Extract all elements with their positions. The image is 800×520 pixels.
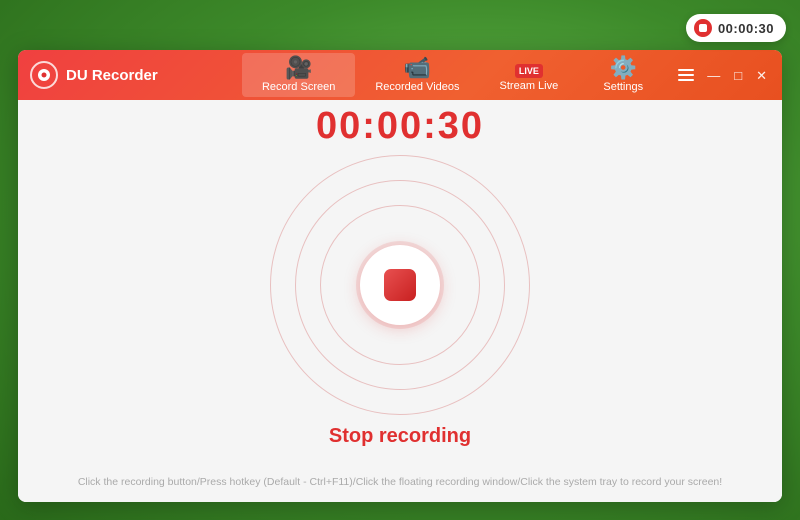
app-logo	[30, 61, 58, 89]
maximize-button[interactable]: □	[731, 67, 745, 84]
menu-icon[interactable]	[676, 67, 696, 83]
tab-recorded-videos[interactable]: 📹 Recorded Videos	[355, 53, 479, 97]
window-controls: — □ ✕	[676, 67, 770, 84]
stop-label: Stop recording	[329, 425, 471, 448]
live-icon: LIVE	[515, 58, 543, 78]
tab-record-screen[interactable]: 🎥 Record Screen	[242, 53, 355, 97]
close-button[interactable]: ✕	[753, 67, 770, 84]
rings-container: 00:00:30	[270, 155, 530, 415]
stop-icon	[699, 24, 707, 32]
app-title: DU Recorder	[66, 67, 242, 84]
stop-button[interactable]	[360, 245, 440, 325]
tab-stream-live-label: Stream Live	[500, 80, 559, 92]
camera-icon: 🎥	[285, 57, 312, 79]
tab-stream-live[interactable]: LIVE Stream Live	[480, 53, 579, 97]
tab-record-screen-label: Record Screen	[262, 81, 335, 93]
logo-icon	[38, 69, 50, 81]
floating-timer[interactable]: 00:00:30	[686, 14, 786, 42]
tab-recorded-videos-label: Recorded Videos	[375, 81, 459, 93]
floating-timer-display: 00:00:30	[718, 21, 774, 36]
footer-hint: Click the recording button/Press hotkey …	[18, 476, 782, 488]
titlebar: DU Recorder 🎥 Record Screen 📹 Recorded V…	[18, 50, 782, 100]
nav-tabs: 🎥 Record Screen 📹 Recorded Videos LIVE S…	[242, 53, 668, 97]
timer-display: 00:00:30	[316, 105, 484, 148]
recording-dot-icon	[694, 19, 712, 37]
tab-settings-label: Settings	[603, 81, 643, 93]
video-icon: 📹	[404, 57, 431, 79]
stop-icon	[384, 269, 416, 301]
main-window: DU Recorder 🎥 Record Screen 📹 Recorded V…	[18, 50, 782, 502]
gear-icon: ⚙️	[610, 57, 637, 79]
tab-settings[interactable]: ⚙️ Settings	[578, 53, 668, 97]
main-content: 00:00:30 Stop recording Click the record…	[18, 100, 782, 502]
minimize-button[interactable]: —	[704, 67, 723, 84]
